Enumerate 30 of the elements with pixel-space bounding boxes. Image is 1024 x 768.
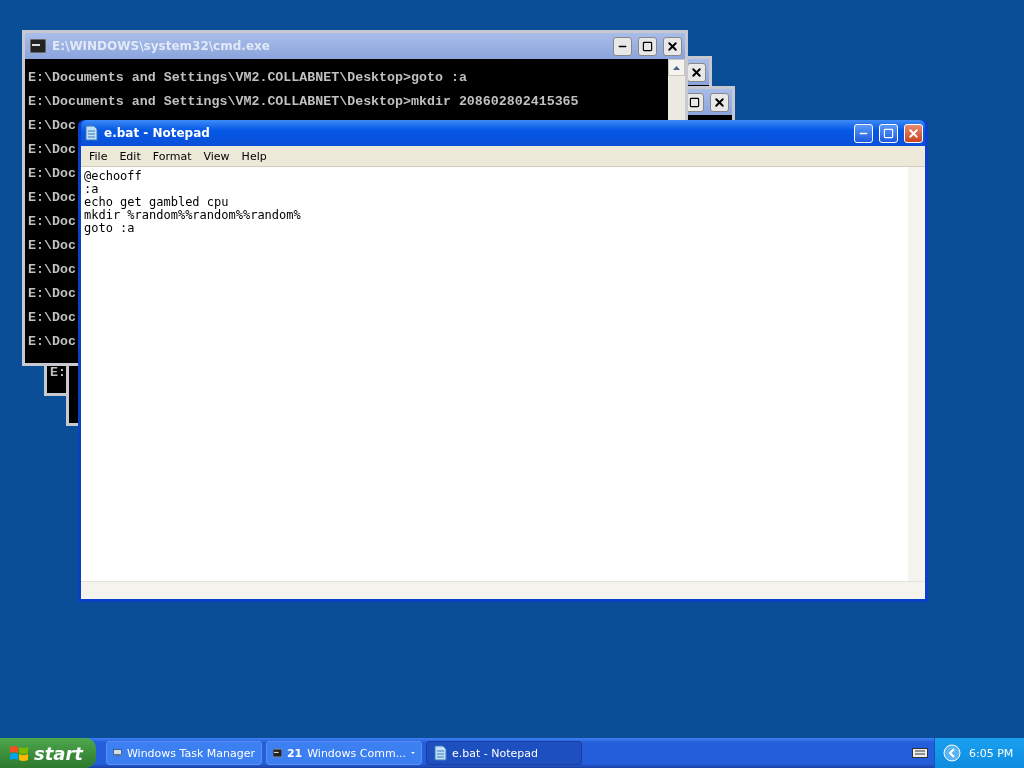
taskbar-button[interactable]: e.bat - Notepad — [426, 741, 582, 765]
console-line: E:\Doc — [28, 333, 76, 351]
menu-item[interactable]: Help — [235, 149, 273, 163]
console-line: E:\Doc — [28, 237, 76, 255]
text-line: mkdir %random%%random%%random% — [84, 209, 301, 222]
start-button[interactable]: start — [0, 738, 96, 768]
menu-item[interactable]: View — [197, 149, 236, 163]
text-line: @echooff — [84, 170, 142, 183]
taskbar-button[interactable]: Windows Task Manager — [106, 741, 262, 765]
window-title: E:\WINDOWS\system32\cmd.exe — [52, 39, 271, 53]
console-line: E:\Doc — [28, 117, 76, 135]
console-line: E:\Doc — [28, 189, 76, 207]
console-line: E:\Documents and Settings\VM2.COLLABNET\Desktop>mkdir 208602802415365 — [28, 93, 579, 111]
menu-item[interactable]: Format — [146, 149, 198, 163]
console-line: E:\Doc — [28, 141, 76, 159]
console-line: E:\Documents and Settings\VM2.COLLABNET\Desktop>goto :a — [28, 69, 467, 87]
console-line: E:\Doc — [28, 213, 76, 231]
clock: 6:05 PM — [969, 746, 1014, 760]
text-line: echo get gambled cpu — [84, 196, 229, 209]
console-line: E:\Doc — [28, 285, 76, 303]
text-line: :a — [84, 183, 99, 196]
window-title: e.bat - Notepad — [104, 126, 211, 140]
menu-item[interactable]: Edit — [113, 149, 147, 163]
console-line: E:\Doc — [28, 165, 76, 183]
text-line: goto :a — [84, 222, 135, 235]
console-line: E: — [50, 364, 66, 382]
menu-item[interactable]: File — [83, 149, 114, 163]
console-line: E:\Doc — [28, 309, 76, 327]
taskbar-button[interactable]: 21 Windows Comm... — [266, 741, 422, 765]
console-line: E:\Doc — [28, 261, 76, 279]
